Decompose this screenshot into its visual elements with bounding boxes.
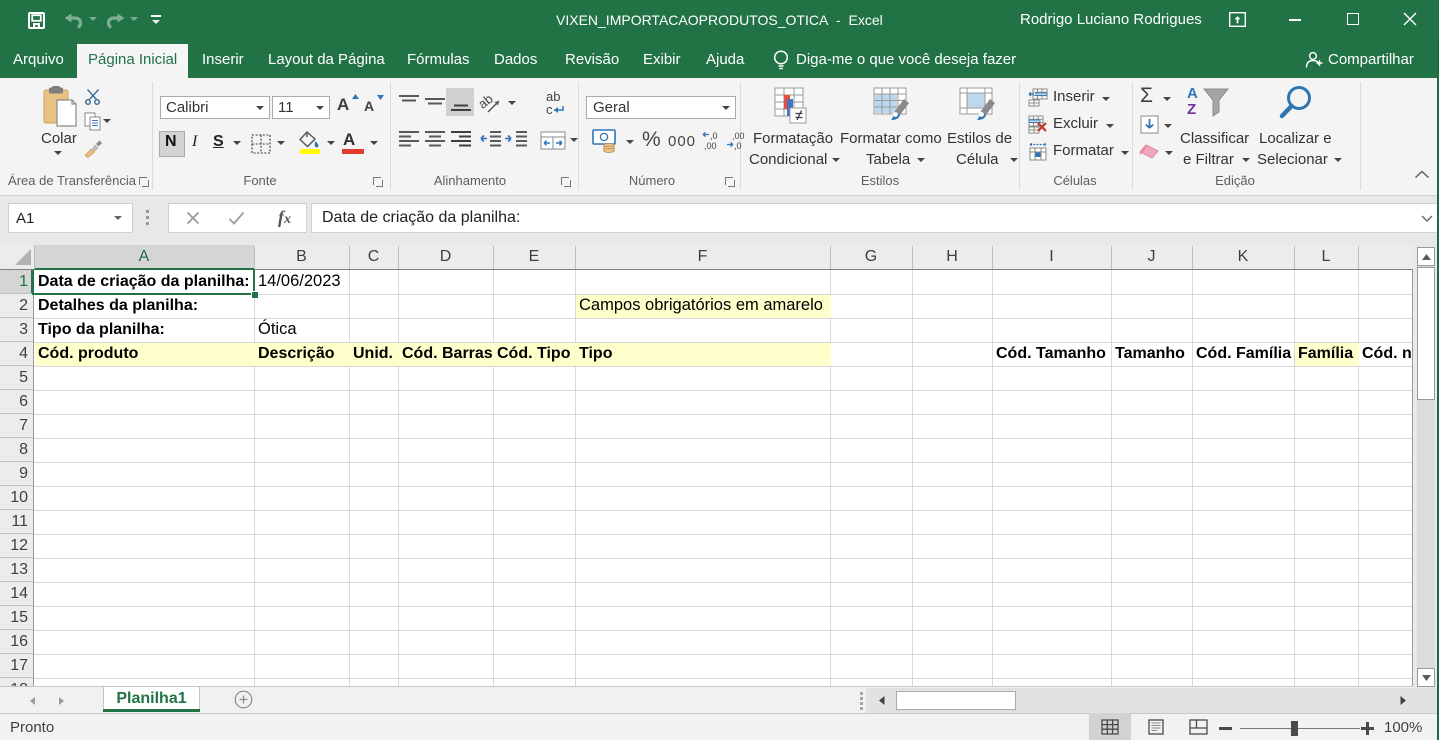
svg-text:,00: ,00 [704,141,717,151]
svg-text:,0: ,0 [710,131,718,141]
svg-text:,0: ,0 [734,141,742,151]
svg-text:c: c [546,102,553,117]
svg-text:,00: ,00 [732,131,745,141]
